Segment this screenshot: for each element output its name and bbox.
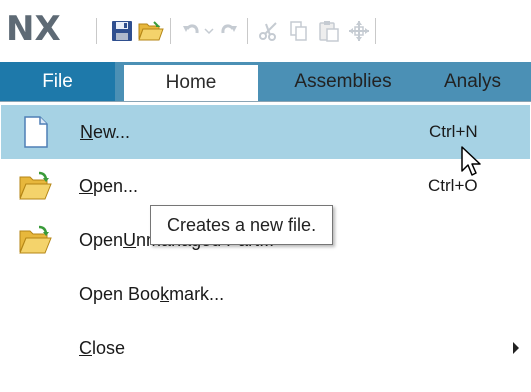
toolbar-separator bbox=[375, 18, 376, 44]
save-button[interactable] bbox=[108, 16, 136, 46]
menu-item-close[interactable]: Close bbox=[0, 321, 531, 375]
new-file-icon bbox=[19, 115, 53, 149]
mouse-pointer-icon bbox=[461, 146, 481, 176]
move-icon bbox=[349, 21, 369, 41]
file-menu: New... Ctrl+N Open... Ctrl+O Open U Open… bbox=[0, 101, 531, 392]
menu-item-new[interactable]: New... Ctrl+N bbox=[1, 105, 530, 159]
redo-icon bbox=[221, 24, 237, 34]
open-folder-icon bbox=[18, 223, 52, 257]
toolbar-separator bbox=[96, 18, 97, 44]
cut-icon bbox=[259, 22, 277, 41]
tab-file[interactable]: File bbox=[0, 62, 115, 101]
tooltip: Creates a new file. bbox=[150, 205, 334, 245]
paste-button[interactable] bbox=[315, 16, 343, 46]
submenu-arrow-icon bbox=[513, 342, 519, 354]
tab-home[interactable]: Home bbox=[124, 65, 258, 101]
copy-icon bbox=[290, 21, 307, 41]
redo-button[interactable] bbox=[214, 16, 242, 46]
cut-button[interactable] bbox=[255, 16, 283, 46]
menu-item-label: Close bbox=[79, 337, 126, 358]
open-folder-icon bbox=[138, 21, 164, 41]
undo-icon bbox=[183, 24, 199, 34]
menu-item-label: Open... bbox=[79, 175, 139, 196]
ribbon-tab-bar: File Home Assemblies Analys bbox=[0, 62, 531, 101]
menu-item-open-bookmark[interactable]: Open Boo k mark... bbox=[0, 267, 531, 321]
app-logo: NX bbox=[6, 9, 61, 49]
menu-item-label: Open Boo k mark... bbox=[79, 283, 225, 304]
open-folder-icon bbox=[18, 169, 52, 203]
nx-window: NX File Home Assemblies Analys N ew... C… bbox=[0, 0, 531, 392]
quick-access-toolbar: NX bbox=[0, 0, 531, 62]
save-icon bbox=[112, 21, 132, 41]
toolbar-separator bbox=[170, 18, 171, 44]
paste-icon bbox=[319, 21, 339, 42]
menu-item-label: New... bbox=[80, 121, 131, 142]
tab-assemblies[interactable]: Assemblies bbox=[258, 62, 428, 101]
dropdown-arrow-icon bbox=[204, 28, 214, 35]
tab-analysis[interactable]: Analys bbox=[428, 62, 531, 101]
copy-button[interactable] bbox=[285, 16, 313, 46]
move-button[interactable] bbox=[345, 16, 373, 46]
toolbar-separator bbox=[247, 18, 248, 44]
open-button[interactable] bbox=[137, 16, 165, 46]
